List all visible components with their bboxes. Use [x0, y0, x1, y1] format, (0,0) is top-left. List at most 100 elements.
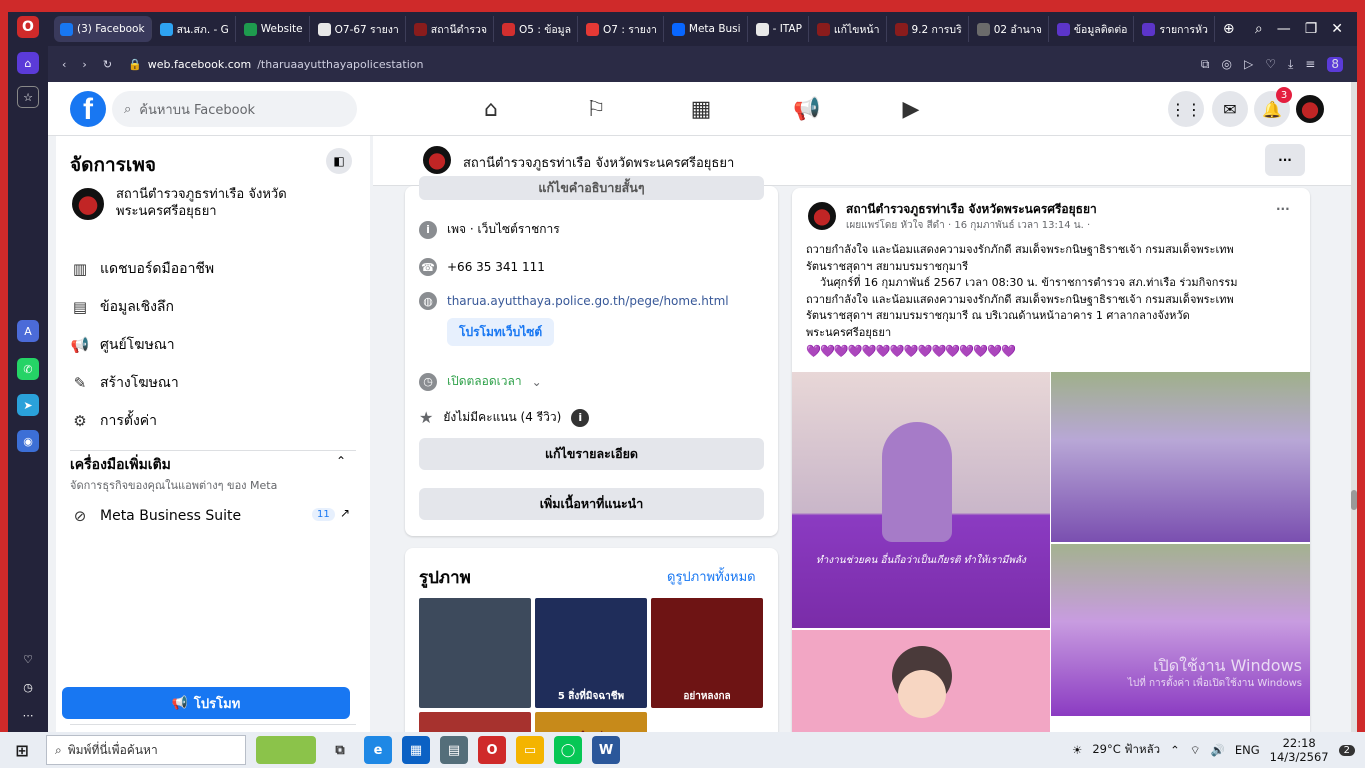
clock[interactable]: 22:18 14/3/2567	[1270, 736, 1329, 764]
post-author[interactable]: สถานีตำรวจภูธรท่าเรือ จังหวัดพระนครศรีอย…	[846, 200, 1097, 219]
opera-taskbar-icon[interactable]: O	[478, 736, 506, 764]
copy-icon[interactable]: ⧉	[1201, 57, 1210, 72]
tab-13[interactable]: รายการหัว	[1136, 16, 1215, 42]
collapse-panel-icon[interactable]: ◧	[326, 148, 352, 174]
tab-11[interactable]: 02 อำนาจ	[971, 16, 1049, 42]
flag-nav-icon[interactable]: ⚐	[576, 92, 616, 126]
windows-start-icon[interactable]: ⊞	[8, 736, 36, 764]
photo-thumb[interactable]: อย่าหลงกล	[651, 598, 763, 708]
post-photo-main[interactable]: ทำงานช่วยคน อื่นถือว่าเป็นเกียรติ ทำให้เ…	[792, 372, 1050, 628]
reload-icon[interactable]: ↻	[103, 58, 112, 71]
photo-thumb[interactable]: งดจำหน่าย	[535, 712, 647, 732]
see-all-photos-link[interactable]: ดูรูปภาพทั้งหมด	[667, 566, 756, 587]
post-more-icon[interactable]: ···	[1276, 202, 1290, 216]
photo-thumb[interactable]: 5 สิ่งที่มิจฉาชีพ	[535, 598, 647, 708]
heart-icon[interactable]: ♡	[1265, 57, 1276, 72]
post-photo-3[interactable]: เปิดใช้งาน Windows ไปที่ การตั้งค่า เพื่…	[1051, 544, 1310, 716]
megaphone-nav-icon[interactable]: 📢	[787, 92, 827, 126]
messenger-icon[interactable]: ✉	[1212, 91, 1248, 127]
page-avatar[interactable]	[70, 186, 106, 222]
star-icon[interactable]: ☆	[17, 86, 39, 108]
history-icon[interactable]: ◷	[17, 676, 39, 698]
maximize-icon[interactable]: ❐	[1305, 21, 1318, 37]
tab-3[interactable]: O7-67 รายงา	[312, 16, 406, 42]
tab-6[interactable]: O7 : รายงา	[580, 16, 664, 42]
store-icon[interactable]: ▦	[402, 736, 430, 764]
line-app-icon[interactable]: ◯	[554, 736, 582, 764]
search-tabs-icon[interactable]: ⌕	[1255, 21, 1263, 37]
tab-8[interactable]: - ITAP	[750, 16, 809, 42]
opera-logo-icon[interactable]: O	[17, 16, 39, 38]
tab-0[interactable]: (3) Facebook	[54, 16, 152, 42]
action-center-badge[interactable]: 2	[1338, 744, 1355, 756]
calculator-icon[interactable]: ▤	[440, 736, 468, 764]
page-scrollbar[interactable]	[1351, 82, 1357, 732]
page-avatar[interactable]	[421, 144, 453, 176]
add-featured-button[interactable]: เพิ่มเนื้อหาที่แนะนำ	[419, 488, 764, 520]
camera-icon[interactable]: ◎	[1222, 57, 1232, 72]
menu-create-ad[interactable]: ✎ สร้างโฆษณา	[70, 372, 179, 394]
home-nav-icon[interactable]: ⌂	[471, 92, 511, 126]
tab-12[interactable]: ข้อมูลติดต่อ	[1051, 16, 1135, 42]
promote-button[interactable]: 📢 โปรโมท	[62, 687, 350, 719]
post-photo-2[interactable]	[1051, 372, 1310, 542]
profile-avatar[interactable]	[1294, 93, 1326, 125]
tab-2[interactable]: Website	[238, 16, 310, 42]
meta-business-suite-link[interactable]: ⊘ Meta Business Suite	[70, 506, 241, 526]
edit-details-button[interactable]: แก้ไขรายละเอียด	[419, 438, 764, 470]
menu-settings[interactable]: ⚙ การตั้งค่า	[70, 410, 157, 432]
menu-dashboard[interactable]: ▥ แดชบอร์ดมืออาชีพ	[70, 258, 214, 280]
file-explorer-icon[interactable]: ▭	[516, 736, 544, 764]
minimize-icon[interactable]: —	[1277, 21, 1291, 37]
page-header-name[interactable]: สถานีตำรวจภูธรท่าเรือ จังหวัดพระนครศรีอย…	[463, 152, 734, 173]
tab-1[interactable]: สน.สภ. - G	[154, 16, 236, 42]
aria-icon[interactable]: A	[17, 320, 39, 342]
download-icon[interactable]: ⤓	[1288, 57, 1293, 72]
chevron-up-icon[interactable]: ⌃	[336, 454, 346, 468]
discord-icon[interactable]: ◉	[17, 430, 39, 452]
post-author-avatar[interactable]	[806, 200, 838, 232]
video-nav-icon[interactable]: ▶	[891, 92, 931, 126]
hours-row[interactable]: ◷ เปิดตลอดเวลา ⌄	[419, 372, 542, 391]
page-name[interactable]: สถานีตำรวจภูธรท่าเรือ จังหวัด พระนครศรีอ…	[116, 186, 287, 220]
network-icon[interactable]: ⌔	[1190, 743, 1201, 758]
telegram-icon[interactable]: ➤	[17, 394, 39, 416]
volume-icon[interactable]: 🔊	[1211, 743, 1225, 757]
edge-icon[interactable]: e	[364, 736, 392, 764]
insights-nav-icon[interactable]: ▦	[681, 92, 721, 126]
more-icon[interactable]: ⋯	[17, 704, 39, 726]
photo-thumb[interactable]	[419, 712, 531, 732]
tab-10[interactable]: 9.2 การบริ	[889, 16, 969, 42]
chevron-up-icon[interactable]: ⌃	[1170, 743, 1180, 757]
menu-icon[interactable]: ≡	[1305, 57, 1315, 72]
menu-ad-center[interactable]: 📢 ศูนย์โฆษณา	[70, 334, 175, 356]
facebook-logo-icon[interactable]: f	[70, 91, 106, 127]
photo-thumb[interactable]	[419, 598, 531, 708]
tab-9[interactable]: แก้ไขหน้า	[811, 16, 887, 42]
url-field[interactable]: 🔒 web.facebook.com/tharuaayutthayapolice…	[128, 58, 1185, 71]
apps-menu-icon[interactable]: ⋮⋮	[1168, 91, 1204, 127]
weather-text[interactable]: 29°C ฟ้าหลัว	[1092, 741, 1160, 759]
close-icon[interactable]: ✕	[1331, 21, 1343, 37]
forward-icon[interactable]: ›	[82, 58, 86, 71]
menu-insights[interactable]: ▤ ข้อมูลเชิงลึก	[70, 296, 174, 318]
tab-4[interactable]: สถานีตำรวจ	[408, 16, 495, 42]
post-photo-4[interactable]	[792, 630, 1050, 732]
send-icon[interactable]: ▷	[1244, 57, 1253, 72]
edit-bio-button[interactable]: แก้ไขคำอธิบายสั้นๆ	[419, 176, 764, 200]
tab-5[interactable]: O5 : ข้อมูล	[496, 16, 579, 42]
page-more-button[interactable]: ···	[1265, 144, 1305, 176]
back-icon[interactable]: ‹	[62, 58, 66, 71]
info-icon[interactable]: i	[571, 408, 590, 427]
profile-icon[interactable]: 8	[1327, 56, 1343, 72]
taskbar-search[interactable]: ⌕ พิมพ์ที่นี่เพื่อค้นหา	[46, 735, 246, 765]
fb-search[interactable]: ⌕ ค้นหาบน Facebook	[112, 91, 357, 127]
promote-website-button[interactable]: โปรโมทเว็บไซต์	[447, 318, 555, 346]
heart-icon[interactable]: ♡	[17, 648, 39, 670]
whatsapp-icon[interactable]: ✆	[17, 358, 39, 380]
home-icon[interactable]: ⌂	[17, 52, 39, 74]
word-icon[interactable]: W	[592, 736, 620, 764]
tab-7[interactable]: Meta Busi	[666, 16, 748, 42]
scrollbar-thumb[interactable]	[1351, 490, 1357, 510]
new-tab-button[interactable]: ⊕	[1217, 16, 1241, 42]
